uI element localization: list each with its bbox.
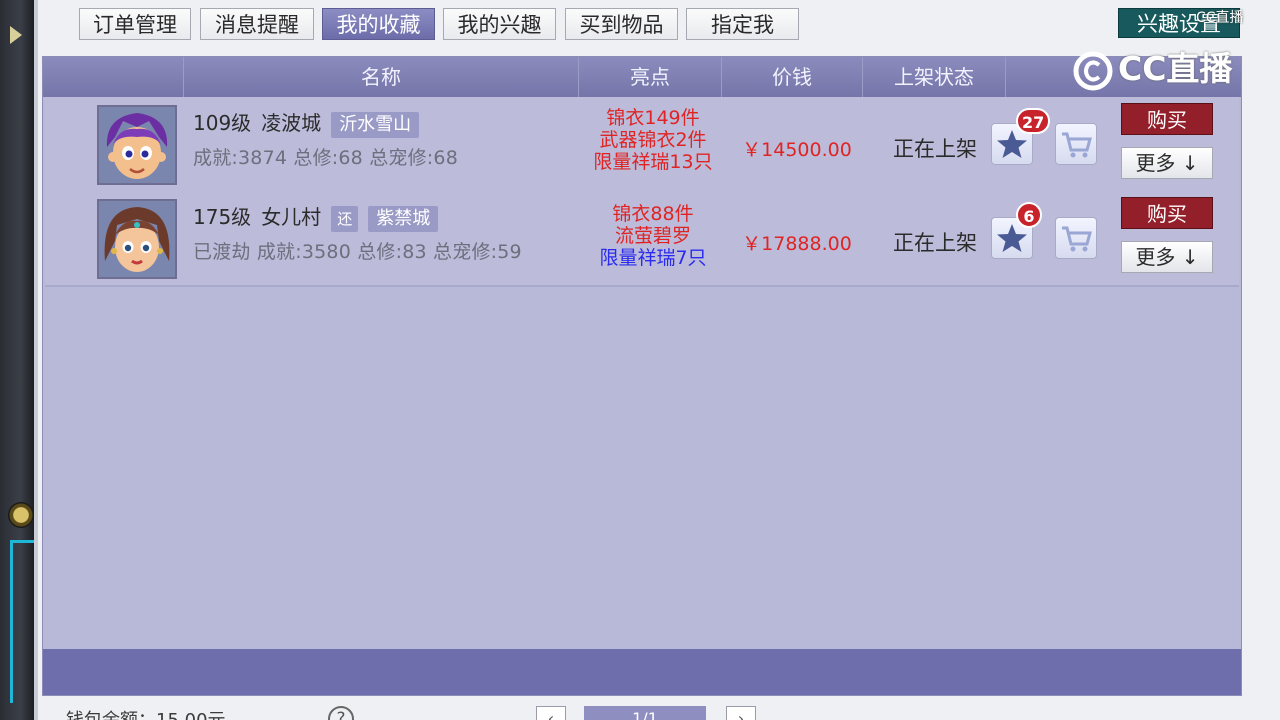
add-to-cart-button[interactable] (1055, 217, 1097, 259)
more-button[interactable]: 更多 ↓ (1121, 241, 1213, 273)
panel-footer-band (43, 649, 1241, 695)
character-avatar[interactable] (97, 199, 177, 279)
more-label: 更多 (1135, 245, 1176, 269)
wallet-balance: 钱包余额：15.00元 (66, 706, 226, 720)
prev-page-icon[interactable]: ‹ (536, 706, 566, 720)
return-tag: 还 (331, 206, 359, 232)
header-highlights: 亮点 (578, 57, 721, 97)
header-price: 价钱 (721, 57, 862, 97)
character-portrait-icon (99, 107, 175, 183)
game-window-edge (0, 0, 35, 720)
character-level: 109级 (193, 111, 252, 135)
character-school: 凌波城 (261, 111, 322, 135)
cc-live-watermark: CC直播 (1072, 44, 1232, 94)
tab-interests[interactable]: 我的兴趣 (443, 8, 556, 40)
character-summary: 175级 女儿村还紫禁城 (193, 201, 448, 232)
buy-button[interactable]: 购买 (1121, 103, 1213, 135)
highlight-item: 武器锦衣2件 (599, 129, 707, 151)
tab-assigned-to-me[interactable]: 指定我 (686, 8, 799, 40)
cart-icon (1062, 132, 1092, 158)
character-avatar[interactable] (97, 105, 177, 185)
header-avatar-col (43, 57, 183, 97)
more-label: 更多 (1135, 151, 1176, 175)
price-value: ￥14500.00 (742, 139, 852, 161)
arrow-down-icon: ↓ (1181, 151, 1199, 175)
buy-button[interactable]: 购买 (1121, 197, 1213, 229)
server-tag: 沂水雪山 (331, 112, 420, 138)
expand-arrow-icon[interactable] (10, 26, 22, 44)
highlights-cell: 锦衣149件 武器锦衣2件 限量祥瑞13只 (553, 107, 753, 173)
next-page-icon[interactable]: › (726, 706, 756, 720)
tab-favorites[interactable]: 我的收藏 (322, 8, 435, 40)
cc-logo-icon (1073, 51, 1113, 90)
favorites-panel: 名称 亮点 价钱 上架状态 109级 凌波城 沂水雪山 成就:3874 总修:68 … (42, 56, 1242, 696)
server-tag: 紫禁城 (368, 206, 439, 232)
arrow-down-icon: ↓ (1181, 245, 1199, 269)
price-value: ￥17888.00 (742, 233, 852, 255)
page-indicator: 1/1 (584, 706, 706, 720)
highlights-cell: 锦衣88件 流萤碧罗 限量祥瑞7只 (553, 203, 753, 269)
side-panel-frame (10, 540, 35, 703)
header-name: 名称 (183, 57, 578, 97)
highlight-item: 锦衣149件 (606, 107, 700, 129)
help-icon[interactable]: ? (328, 706, 354, 720)
table-row[interactable]: 175级 女儿村还紫禁城 已渡劫 成就:3580 总修:83 总宠修:59 锦衣8… (45, 191, 1239, 287)
tab-messages[interactable]: 消息提醒 (200, 8, 314, 40)
table-header: 名称 亮点 价钱 上架状态 (43, 57, 1241, 97)
frame-divider (34, 0, 38, 720)
header-status: 上架状态 (862, 57, 1005, 97)
cc-live-watermark-small: CC直播 (1196, 10, 1244, 26)
favorite-count-badge: 6 (1016, 202, 1042, 228)
character-stats: 已渡劫 成就:3580 总修:83 总宠修:59 (193, 241, 522, 263)
listing-status: 正在上架 (893, 137, 977, 161)
cart-icon (1062, 226, 1092, 252)
character-level: 175级 (193, 205, 252, 229)
more-button[interactable]: 更多 ↓ (1121, 147, 1213, 179)
highlight-item: 限量祥瑞13只 (593, 151, 713, 173)
character-school: 女儿村 (261, 205, 322, 229)
tab-orders[interactable]: 订单管理 (79, 8, 191, 40)
highlight-item: 限量祥瑞7只 (599, 247, 707, 269)
listing-status: 正在上架 (893, 231, 977, 255)
tab-purchased[interactable]: 买到物品 (565, 8, 678, 40)
character-portrait-icon (99, 201, 175, 277)
highlight-item: 锦衣88件 (612, 203, 694, 225)
watermark-text: CC直播 (1118, 49, 1233, 88)
add-to-cart-button[interactable] (1055, 123, 1097, 165)
bottom-bar: 钱包余额：15.00元 ? ‹ 1/1 › (0, 700, 1280, 720)
favorite-button[interactable]: 27 (991, 108, 1051, 165)
table-row[interactable]: 109级 凌波城 沂水雪山 成就:3874 总修:68 总宠修:68 锦衣149件 … (45, 97, 1239, 193)
highlight-item: 流萤碧罗 (614, 225, 691, 247)
favorite-count-badge: 27 (1016, 108, 1051, 134)
favorite-button[interactable]: 6 (991, 202, 1042, 259)
character-summary: 109级 凌波城 沂水雪山 (193, 107, 429, 138)
coin-icon (8, 502, 34, 528)
character-stats: 成就:3874 总修:68 总宠修:68 (193, 147, 458, 169)
